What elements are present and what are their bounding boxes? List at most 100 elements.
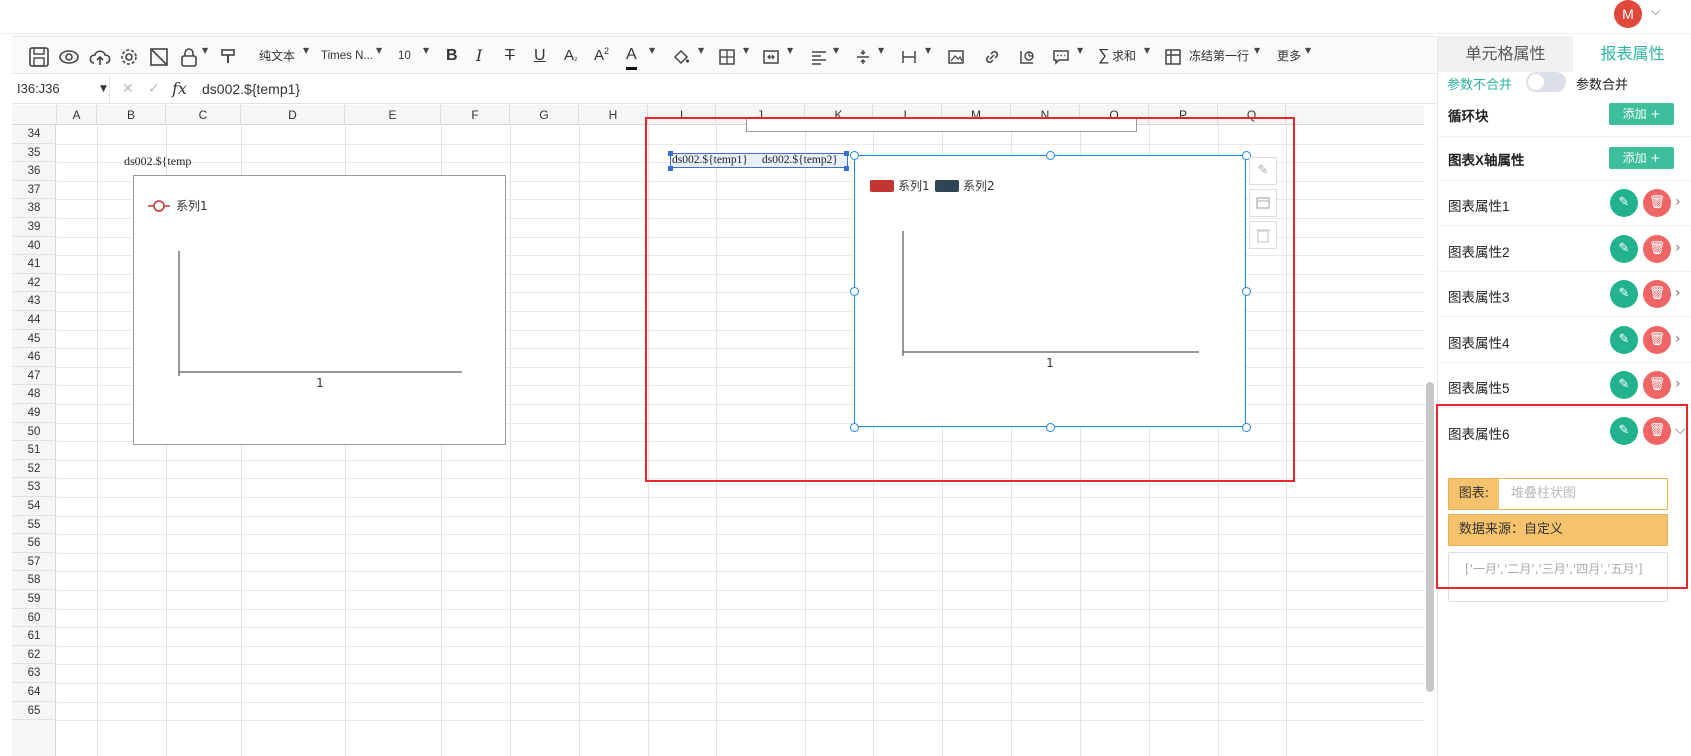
row-header-59[interactable]: 59 (12, 590, 56, 609)
row-header-36[interactable]: 36 (12, 162, 56, 181)
chart-prop-row-3[interactable]: 图表属性3 ✎ 🗑 › (1438, 272, 1691, 317)
format-painter-icon[interactable] (218, 37, 238, 75)
row-header-44[interactable]: 44 (12, 311, 56, 330)
trash-icon[interactable]: 🗑 (1643, 189, 1671, 217)
row-header-52[interactable]: 52 (12, 460, 56, 479)
row-header-58[interactable]: 58 (12, 571, 56, 590)
row-header-43[interactable]: 43 (12, 292, 56, 311)
vertical-scrollbar[interactable] (1426, 382, 1434, 692)
upload-icon[interactable] (88, 37, 112, 75)
row-header-61[interactable]: 61 (12, 627, 56, 646)
row-header-45[interactable]: 45 (12, 330, 56, 349)
trash-icon[interactable]: 🗑 (1643, 234, 1671, 263)
resize-handle[interactable] (1242, 287, 1251, 296)
vertical-align-icon[interactable] (854, 37, 872, 75)
chevron-down-icon[interactable]: ▼ (100, 75, 107, 103)
resize-handle[interactable] (1046, 423, 1055, 432)
column-header-c[interactable]: C (166, 105, 241, 125)
merge-cells-icon[interactable] (762, 37, 780, 75)
row-header-40[interactable]: 40 (12, 237, 56, 256)
name-box[interactable]: I36:J36 (12, 75, 110, 103)
chevron-down-icon[interactable]: ▼ (833, 46, 839, 55)
align-left-icon[interactable] (810, 37, 828, 75)
fill-color-icon[interactable] (672, 37, 690, 75)
formula-input[interactable]: ds002.${temp1} (202, 75, 300, 103)
chevron-down-icon[interactable]: ▼ (1254, 46, 1260, 55)
row-header-60[interactable]: 60 (12, 609, 56, 628)
edit-icon[interactable]: ✎ (1610, 325, 1638, 354)
trash-icon[interactable]: 🗑 (1643, 280, 1671, 308)
trash-icon[interactable] (1249, 221, 1277, 249)
row-header-49[interactable]: 49 (12, 404, 56, 423)
text-format-select[interactable]: 纯文本 (259, 37, 295, 75)
chevron-down-icon[interactable]: ▼ (743, 46, 749, 55)
column-header-a[interactable]: A (57, 105, 97, 125)
param-merge-toggle[interactable] (1526, 72, 1566, 92)
chevron-down-icon[interactable]: ▼ (698, 46, 704, 55)
window-icon[interactable] (1249, 189, 1277, 217)
lock-icon[interactable] (178, 37, 200, 75)
underline-button[interactable]: U (534, 37, 546, 75)
preview-icon[interactable] (58, 37, 80, 75)
border-icon[interactable] (718, 37, 736, 75)
chevron-right-icon[interactable]: › (1675, 240, 1681, 256)
row-header-62[interactable]: 62 (12, 646, 56, 665)
row-header-41[interactable]: 41 (12, 255, 56, 274)
gear-icon[interactable] (118, 37, 140, 75)
edit-chart-icon[interactable]: ✎ (1249, 157, 1277, 185)
chevron-right-icon[interactable]: › (1675, 331, 1681, 347)
chevron-down-icon[interactable]: ▼ (1144, 46, 1150, 55)
tab-cell-properties[interactable]: 单元格属性 (1438, 36, 1573, 72)
row-header-57[interactable]: 57 (12, 553, 56, 572)
chevron-down-icon[interactable]: ▼ (376, 46, 382, 55)
edit-icon[interactable]: ✎ (1610, 280, 1638, 308)
chart-prop-row-4[interactable]: 图表属性4 ✎ 🗑 › (1438, 318, 1691, 363)
no-border-icon[interactable] (148, 37, 170, 75)
chart-prop-row-2[interactable]: 图表属性2 ✎ 🗑 › (1438, 227, 1691, 272)
chevron-down-icon[interactable]: ▼ (1077, 46, 1083, 55)
confirm-icon[interactable]: ✓ (148, 75, 160, 103)
column-header-b[interactable]: B (97, 105, 166, 125)
tab-report-properties[interactable]: 报表属性 (1573, 36, 1691, 72)
chevron-down-icon[interactable]: ⌵ (1651, 4, 1660, 19)
edit-icon[interactable]: ✎ (1610, 371, 1638, 399)
row-header-37[interactable]: 37 (12, 181, 56, 200)
resize-handle[interactable] (850, 287, 859, 296)
resize-handle[interactable] (850, 151, 859, 160)
chevron-right-icon[interactable]: › (1675, 285, 1681, 301)
row-header-53[interactable]: 53 (12, 478, 56, 497)
row-header-65[interactable]: 65 (12, 702, 56, 721)
bold-button[interactable]: B (446, 37, 458, 75)
trash-icon[interactable]: 🗑 (1643, 371, 1671, 399)
chevron-down-icon[interactable]: ▼ (925, 46, 931, 55)
resize-handle[interactable] (1242, 423, 1251, 432)
row-header-38[interactable]: 38 (12, 199, 56, 218)
chevron-down-icon[interactable]: ▼ (649, 46, 655, 55)
row-header-47[interactable]: 47 (12, 367, 56, 386)
chevron-down-icon[interactable]: ▼ (1305, 46, 1311, 55)
row-header-48[interactable]: 48 (12, 385, 56, 404)
edit-icon[interactable]: ✎ (1610, 234, 1638, 263)
chevron-down-icon[interactable]: ▼ (787, 46, 793, 55)
row-header-63[interactable]: 63 (12, 664, 56, 683)
freeze-button[interactable]: 冻结第一行 (1189, 37, 1249, 75)
superscript-button[interactable]: A2 (594, 37, 609, 75)
chevron-down-icon[interactable]: ▼ (303, 46, 309, 55)
chevron-right-icon[interactable]: › (1675, 376, 1681, 392)
cell-b36[interactable]: ds002.${temp (124, 154, 191, 169)
row-header-34[interactable]: 34 (12, 125, 56, 144)
row-header-64[interactable]: 64 (12, 683, 56, 702)
font-family-select[interactable]: Times N... (321, 37, 373, 75)
row-header-54[interactable]: 54 (12, 497, 56, 516)
row-header-50[interactable]: 50 (12, 423, 56, 442)
corner-cell[interactable] (12, 105, 57, 125)
comment-icon[interactable] (1052, 37, 1070, 75)
text-wrap-icon[interactable] (900, 37, 918, 75)
italic-button[interactable]: I (476, 37, 482, 75)
chart-prop-row-1[interactable]: 图表属性1 ✎ 🗑 › (1438, 181, 1691, 226)
freeze-icon[interactable] (1164, 37, 1182, 75)
column-header-e[interactable]: E (345, 105, 441, 125)
link-icon[interactable] (983, 37, 1001, 75)
font-size-select[interactable]: 10 (398, 37, 411, 75)
line-chart-left[interactable]: 系列1 1 (133, 175, 506, 445)
